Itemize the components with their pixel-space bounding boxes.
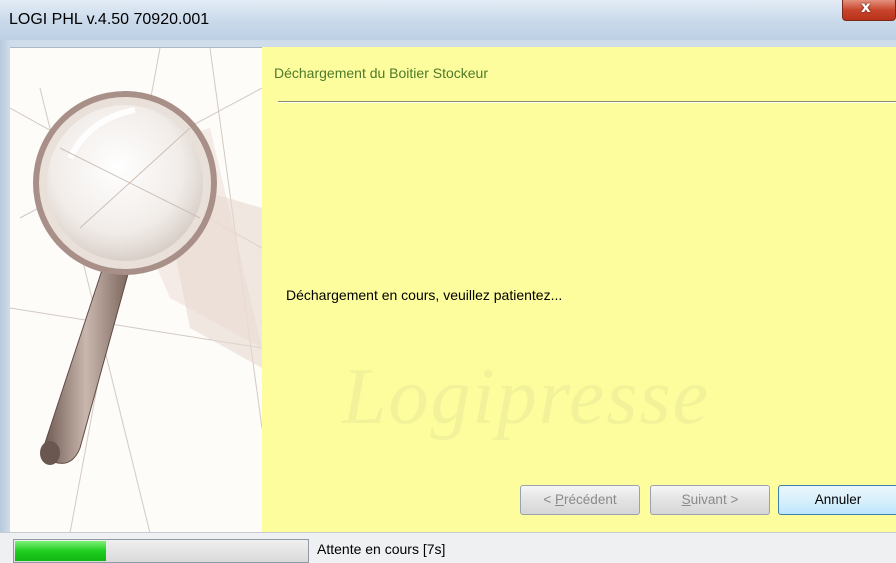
- progress-message: Déchargement en cours, veuillez patiente…: [286, 287, 563, 303]
- close-icon: x: [861, 0, 871, 16]
- magnifying-glass-icon: [9, 47, 263, 534]
- wizard-content: Déchargement du Boitier Stockeur Décharg…: [262, 47, 896, 532]
- cancel-button[interactable]: Annuler: [778, 485, 896, 515]
- window-title: LOGI PHL v.4.50 70920.001: [9, 11, 210, 28]
- progress-bar: [13, 539, 309, 563]
- status-text: Attente en cours [7s]: [317, 541, 446, 557]
- status-bar: Attente en cours [7s]: [0, 532, 896, 563]
- title-bar[interactable]: LOGI PHL v.4.50 70920.001 x: [0, 0, 896, 40]
- next-button[interactable]: Suivant >: [650, 485, 770, 515]
- wizard-window: LOGI PHL v.4.50 70920.001 x Déchargement…: [0, 0, 896, 563]
- progress-bar-fill: [15, 541, 106, 561]
- header-divider-highlight: [278, 102, 896, 103]
- previous-button[interactable]: < Précédent: [520, 485, 640, 515]
- logipresse-watermark: Logipresse: [342, 353, 711, 441]
- close-button[interactable]: x: [842, 0, 896, 21]
- window-frame-left: [0, 40, 10, 563]
- wizard-side-image: [9, 47, 263, 534]
- wizard-step-title: Déchargement du Boitier Stockeur: [274, 65, 488, 81]
